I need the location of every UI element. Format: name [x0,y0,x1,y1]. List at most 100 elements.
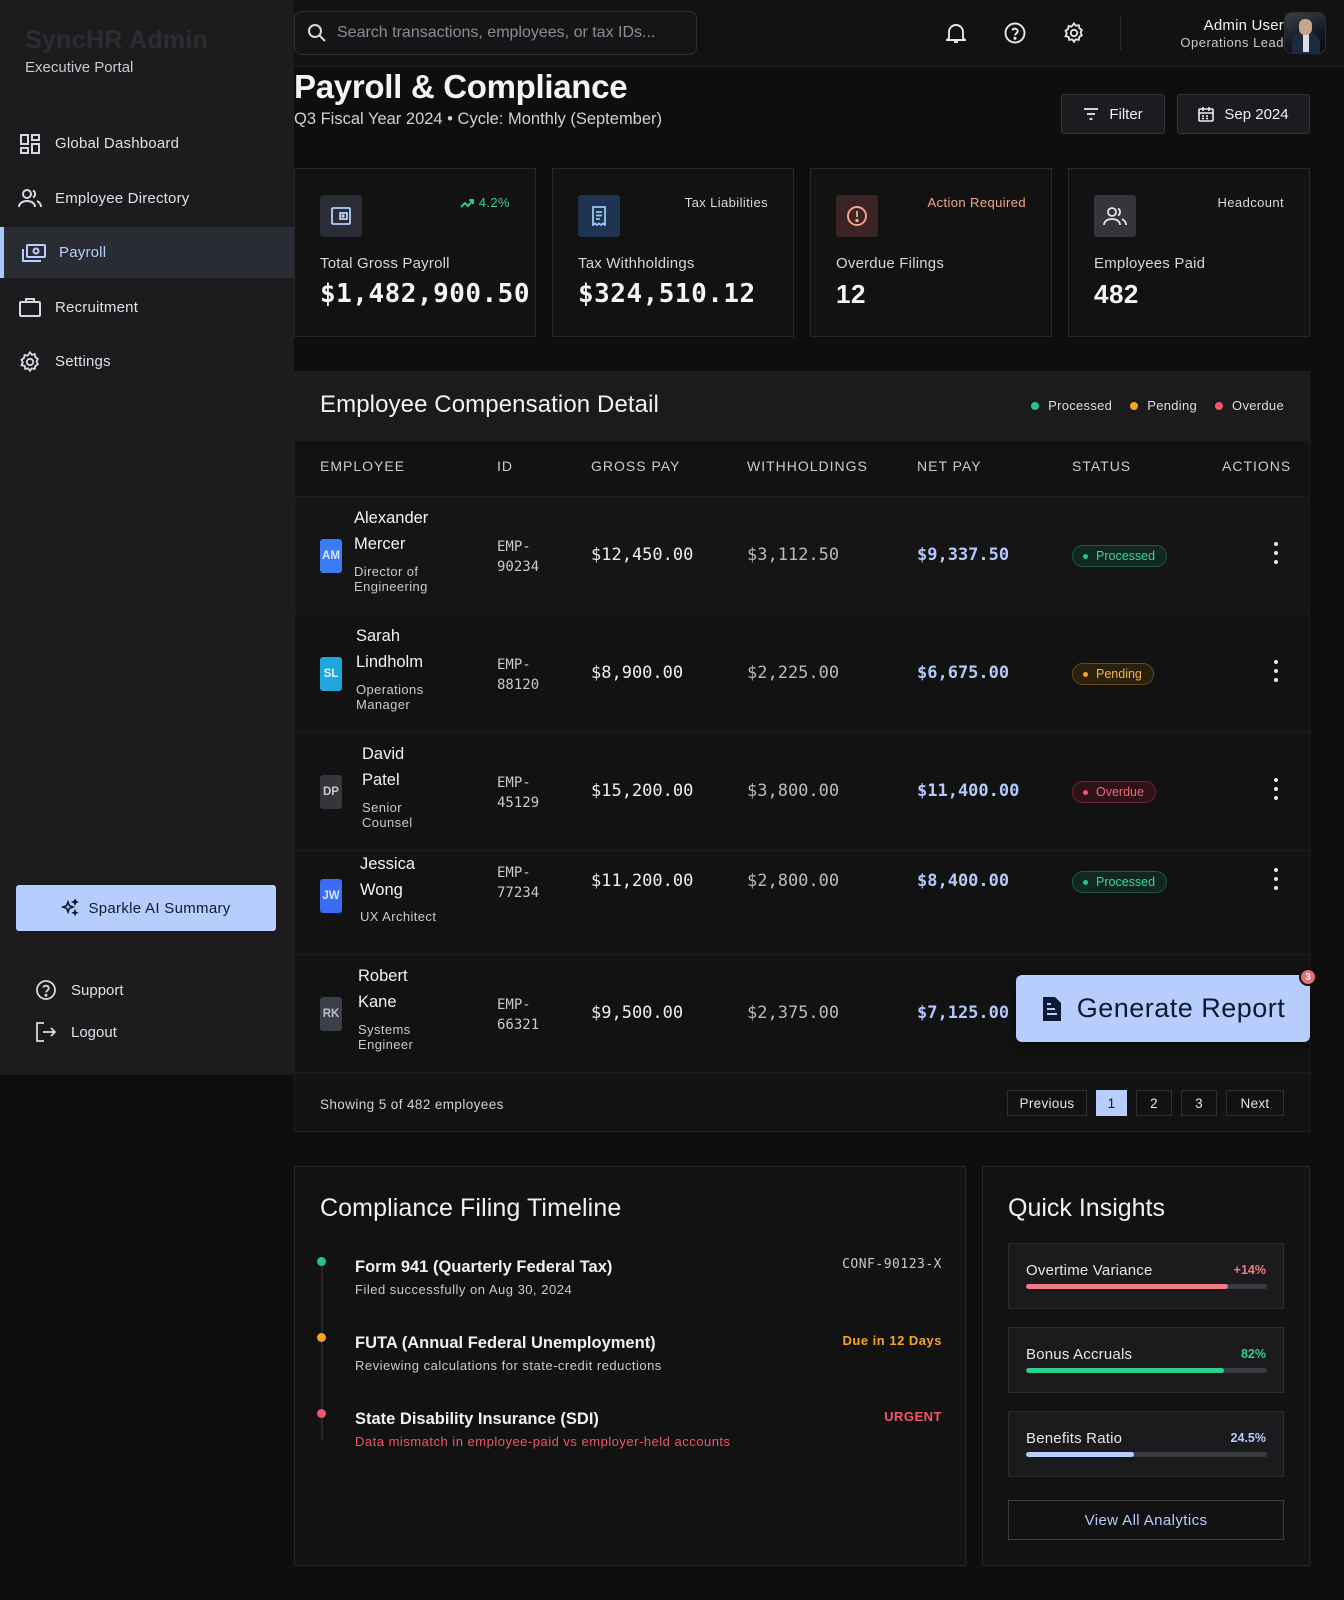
employee-id: EMP- 88120 [497,657,540,693]
notifications-button[interactable] [944,21,968,45]
employee-name: David Patel [362,745,405,789]
settings-button[interactable] [1062,21,1086,45]
sidebar-item-employee-directory[interactable]: Employee Directory [0,173,294,224]
notification-badge: 3 [1299,968,1317,986]
row-actions-button[interactable] [1270,778,1282,800]
filter-button[interactable]: Filter [1061,94,1165,134]
legend-pending: Pending [1130,398,1197,413]
status-badge: Overdue [1072,781,1156,803]
search-box[interactable] [294,11,697,55]
avatar: AM [320,539,342,573]
trend-badge: 4.2% [460,195,510,210]
sparkle-icon [61,899,80,917]
withholdings: $2,375.00 [747,1003,840,1023]
support-link[interactable]: Support [34,978,124,1002]
trending-up-icon [460,198,474,208]
table-row[interactable]: DP David Patel Senior Counsel EMP- 45129 $1… [295,732,1309,850]
next-page-button[interactable]: Next [1226,1090,1284,1116]
withholdings: $2,225.00 [747,663,840,683]
status-badge: Processed [1072,545,1168,567]
insights-title: Quick Insights [1008,1194,1166,1222]
table-title: Employee Compensation Detail [320,391,659,418]
sidebar-item-label: Settings [55,353,111,370]
avatar[interactable] [1284,12,1326,54]
withholdings: $3,112.50 [747,545,840,565]
user-info[interactable]: Admin User Operations Lead [1180,17,1284,50]
sidebar-item-recruitment[interactable]: Recruitment [0,282,294,333]
search-input[interactable] [337,24,687,42]
gross-pay: $12,450.00 [591,545,694,565]
sparkle-label: Sparkle AI Summary [88,899,231,917]
status-legend: Processed Pending Overdue [1013,398,1284,413]
kpi-card-overdue-filings: Action Required Overdue Filings 12 [810,168,1052,337]
compliance-timeline-card: Compliance Filing Timeline Form 941 (Qua… [294,1166,966,1566]
col-withholdings: WITHHOLDINGS [747,458,868,474]
kpi-value: 12 [836,279,866,309]
generate-report-label: Generate Report [1076,993,1286,1023]
net-pay: $8,400.00 [917,871,1010,891]
dashboard-icon [18,132,42,156]
withholdings: $3,800.00 [747,781,840,801]
date-picker-button[interactable]: Sep 2024 [1177,94,1310,134]
wallet-icon [320,195,362,237]
search-icon [307,23,327,43]
insight-overtime-variance: Overtime Variance +14% [1008,1243,1284,1309]
withholdings: $2,800.00 [747,871,840,891]
gross-pay: $11,200.00 [591,871,694,891]
avatar: SL [320,657,342,691]
progress-bar [1026,1452,1267,1457]
brand-title: SyncHR Admin [25,26,209,54]
gross-pay: $9,500.00 [591,1003,684,1023]
status-dot [317,1257,326,1266]
insight-label: Overtime Variance [1026,1262,1153,1279]
col-net-pay: NET PAY [917,458,982,474]
sidebar-item-label: Payroll [59,244,107,261]
timeline-item-subtitle: Reviewing calculations for state-credit … [355,1358,662,1373]
page-1-button[interactable]: 1 [1096,1090,1127,1116]
filter-label: Filter [1109,105,1143,123]
kpi-value: $324,510.12 [578,279,756,309]
status-badge: Pending [1072,663,1154,685]
help-button[interactable] [1003,21,1027,45]
row-actions-button[interactable] [1270,542,1282,564]
divider [1120,16,1121,50]
view-all-analytics-button[interactable]: View All Analytics [1008,1500,1284,1540]
sidebar-item-global-dashboard[interactable]: Global Dashboard [0,118,294,169]
logout-link[interactable]: Logout [34,1020,117,1044]
col-actions: ACTIONS [1222,458,1292,474]
page-3-button[interactable]: 3 [1181,1090,1217,1116]
briefcase-icon [18,295,42,319]
topbar: Admin User Operations Lead [294,0,1344,67]
sidebar-item-settings[interactable]: Settings [0,336,294,387]
page-2-button[interactable]: 2 [1136,1090,1172,1116]
bell-icon [946,22,966,44]
kpi-value: $1,482,900.50 [320,279,530,309]
generate-report-button[interactable]: Generate Report [1016,975,1310,1042]
status-dot [317,1333,326,1342]
document-icon [1041,996,1063,1022]
sidebar-nav: Global Dashboard Employee Directory Payr… [0,118,294,391]
avatar: JW [320,879,342,913]
date-label: Sep 2024 [1224,105,1289,123]
confirmation-code: CONF-90123-X [842,1257,942,1272]
row-actions-button[interactable] [1270,660,1282,682]
gross-pay: $8,900.00 [591,663,684,683]
kpi-tag: Headcount [1217,195,1284,210]
page-title: Payroll & Compliance [294,68,628,105]
people-icon [1094,195,1136,237]
legend-overdue: Overdue [1215,398,1284,413]
sidebar-item-payroll[interactable]: Payroll [0,227,294,278]
row-actions-button[interactable] [1270,868,1282,890]
employee-name: Sarah Lindholm [356,627,423,671]
filter-icon [1083,107,1099,121]
timeline-item-title: State Disability Insurance (SDI) [355,1410,599,1428]
employee-role: Systems Engineer [358,1022,414,1052]
table-row[interactable]: AM Alexander Mercer Director of Engineerin… [295,496,1309,614]
sparkle-ai-summary-button[interactable]: Sparkle AI Summary [16,885,276,931]
table-row[interactable]: JW Jessica Wong UX Architect EMP- 77234 $1… [295,850,1309,954]
quick-insights-card: Quick Insights Overtime Variance +14% Bo… [982,1166,1310,1566]
table-row[interactable]: SL Sarah Lindholm Operations Manager EMP- 8… [295,614,1309,732]
employee-id: EMP- 45129 [497,775,540,811]
prev-page-button[interactable]: Previous [1007,1090,1087,1116]
user-role: Operations Lead [1180,35,1284,50]
